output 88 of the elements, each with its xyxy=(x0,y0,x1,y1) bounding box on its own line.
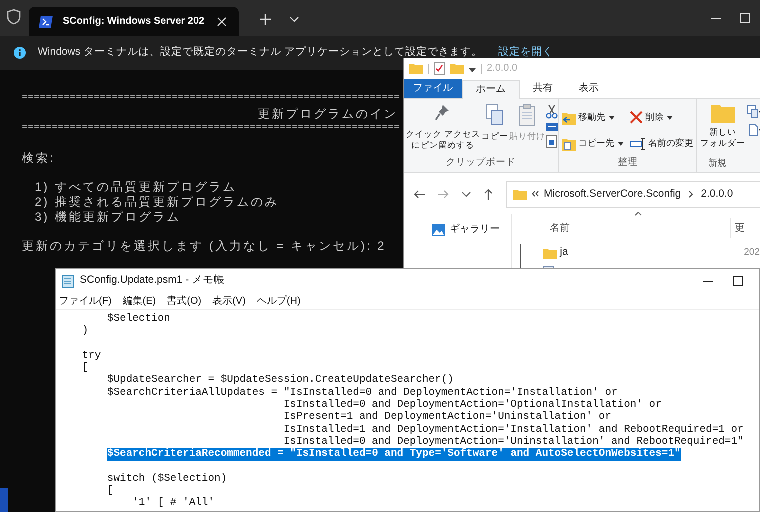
up-arrow-icon[interactable] xyxy=(484,188,493,200)
code-line: switch ($Selection) xyxy=(107,472,228,485)
delete-button[interactable]: 削除 xyxy=(630,108,694,127)
folder-icon xyxy=(513,188,527,200)
copy-button[interactable]: コピー xyxy=(481,102,508,142)
menu-item[interactable]: 表示(V) xyxy=(212,294,246,308)
code-line: [ xyxy=(107,485,114,498)
address-bar[interactable]: Microsoft.ServerCore.Sconfig 2.0.0.0 xyxy=(506,180,760,208)
caret-icon xyxy=(609,116,616,120)
code-line: try xyxy=(82,350,102,362)
delete-x-icon xyxy=(630,111,644,124)
separator-line: =============================================================== xyxy=(22,124,400,134)
close-icon[interactable] xyxy=(216,16,227,26)
clipboard-icon xyxy=(517,102,538,127)
notepad-icon xyxy=(62,274,74,288)
menu-item[interactable]: 編集(E) xyxy=(122,294,156,308)
chevron-right-icon xyxy=(689,190,694,198)
open-settings-link[interactable]: 設定を開く xyxy=(498,45,554,61)
window-title: 2.0.0.0 xyxy=(487,62,518,76)
terminal-text: 更新のカテゴリを選択します (入力なし = キャンセル): 2 xyxy=(22,238,386,256)
scissors-icon[interactable] xyxy=(546,104,558,119)
plus-icon xyxy=(260,14,270,24)
caret-icon xyxy=(667,116,674,120)
shield-icon[interactable] xyxy=(7,9,21,25)
move-folder-icon xyxy=(562,110,576,125)
menu-item[interactable]: ファイル(F) xyxy=(59,294,112,308)
path-segment[interactable]: 2.0.0.0 xyxy=(701,186,734,202)
chevron-down-icon[interactable] xyxy=(462,192,471,197)
date-text: 202 xyxy=(743,246,760,260)
caret-icon[interactable] xyxy=(469,66,476,72)
code-line: IsInstalled=1 and DeploymentAction='Installation' and RebootRequired=1 or xyxy=(284,424,744,436)
paste-shortcut-icon[interactable] xyxy=(546,134,558,148)
code-line: $Selection xyxy=(107,313,170,326)
copy-folder-icon xyxy=(562,137,576,152)
window-title: SConfig.Update.psm1 - メモ帳 xyxy=(80,273,226,288)
easy-access-icon[interactable] xyxy=(747,122,760,137)
sort-caret-icon xyxy=(635,212,642,216)
code-line: IsInstalled=0 and DeploymentAction='Uninstallation' and RebootRequired=1" xyxy=(284,436,744,448)
move-to-button[interactable]: 移動先 xyxy=(562,108,624,127)
caret-icon xyxy=(618,142,624,146)
overflow-chevrons-icon xyxy=(532,191,539,198)
separator-line: =============================================================== xyxy=(22,94,400,104)
taskbar-strip xyxy=(0,488,8,512)
group-label: 新規 xyxy=(707,156,728,170)
code-line: $SearchCriteriaAllUpdates = "IsInstalled=0 and DeploymentAction='Installation' or xyxy=(107,386,618,399)
ribbon-tab[interactable]: 表示 xyxy=(566,78,612,98)
menu-item[interactable]: 書式(O) xyxy=(167,294,202,308)
info-icon xyxy=(14,47,26,59)
copy-path-icon[interactable] xyxy=(546,122,558,131)
terminal-tab[interactable]: SConfig: Windows Server 202 xyxy=(29,7,239,36)
menu-item[interactable]: ヘルプ(H) xyxy=(256,294,301,308)
minimize-icon xyxy=(703,280,713,282)
maximize-icon xyxy=(733,276,743,286)
path-segment[interactable]: Microsoft.ServerCore.Sconfig xyxy=(544,186,682,202)
pin-to-quick-access-button[interactable]: クイック アクセス にピン留めする xyxy=(406,102,480,151)
chevron-down-icon xyxy=(290,16,298,22)
ribbon-tab[interactable]: ファイル xyxy=(404,78,462,98)
tab-title: SConfig: Windows Server 202 xyxy=(63,15,205,29)
terminal-text: 検索: xyxy=(22,150,56,168)
rename-icon xyxy=(630,138,646,150)
new-folder-button[interactable]: 新しい フォルダー xyxy=(700,102,746,149)
code-line: $UpdateSearcher = $UpdateSession.CreateUpdateSearcher() xyxy=(107,374,454,387)
checklist-icon[interactable] xyxy=(434,62,445,76)
ribbon-tab[interactable]: ホーム xyxy=(462,80,520,99)
ribbon-tab[interactable]: 共有 xyxy=(520,78,566,98)
back-arrow-icon[interactable] xyxy=(414,190,425,199)
terminal-heading: 更新プログラムのイン xyxy=(257,106,398,124)
folder-icon xyxy=(543,248,558,258)
powershell-icon xyxy=(39,16,53,28)
column-header[interactable]: 名前 xyxy=(543,218,732,238)
maximize-icon xyxy=(740,13,750,23)
code-line: '1' [ # 'All' xyxy=(132,497,215,510)
code-line: IsPresent=1 and DeploymentAction='Uninstallation' or xyxy=(284,411,612,424)
copy-to-button[interactable]: コピー先 xyxy=(562,135,624,154)
new-item-icon[interactable] xyxy=(747,104,760,119)
nav-item[interactable]: ギャラリー xyxy=(432,222,512,237)
notification-text: Windows ターミナルは、設定で既定のターミナル アプリケーションとして設定できます。 xyxy=(38,45,482,60)
code-line: IsInstalled=0 and DeploymentAction='OptionalInstallation' or xyxy=(284,399,662,412)
group-label: 整理 xyxy=(616,156,639,170)
code-line: ) xyxy=(82,325,89,338)
folder-icon xyxy=(710,102,735,123)
column-header[interactable]: 更 xyxy=(731,220,746,236)
gallery-icon xyxy=(432,224,445,236)
rename-button[interactable]: 名前の変更 xyxy=(630,135,694,154)
file-name[interactable]: ja xyxy=(560,245,738,261)
group-label: クリップボード xyxy=(445,156,518,170)
copy-icon xyxy=(484,102,505,127)
code-line: [ xyxy=(82,362,89,374)
